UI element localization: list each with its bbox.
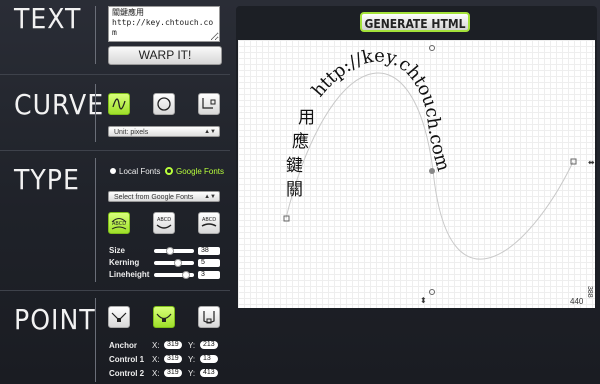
control1-x-prefix: X: <box>152 355 160 364</box>
canvas-panel: GENERATE HTML http://key.chtouch.com 用 應… <box>236 6 597 310</box>
section-title-type: TYPE <box>14 163 80 196</box>
local-fonts-label: Local Fonts <box>119 167 161 176</box>
wave-icon <box>112 98 126 110</box>
lineheight-label: Lineheight <box>109 270 150 279</box>
canvas[interactable]: http://key.chtouch.com 用 應 鍵 關 ⬍ ⬌ 440 3… <box>238 40 595 308</box>
smooth-icon <box>156 313 172 322</box>
vertical-char: 鍵 <box>286 156 303 176</box>
arc-down-icon: ABCD <box>111 218 127 230</box>
section-title-curve: CURVE <box>14 88 105 121</box>
svg-text:ABCD: ABCD <box>202 217 216 223</box>
anchor-x-input[interactable]: 319 <box>164 341 182 349</box>
arc-up-icon: ABCD <box>156 217 172 229</box>
lineheight-value[interactable]: 3 <box>198 271 220 279</box>
size-slider-handle[interactable] <box>166 247 174 255</box>
control2-label: Control 2 <box>109 369 145 378</box>
divider <box>95 84 96 142</box>
height-readout: 388 <box>586 286 593 298</box>
vertical-char: 用 <box>298 108 315 128</box>
divider <box>0 290 230 291</box>
divider <box>95 298 96 382</box>
svg-text:ABCD: ABCD <box>112 221 126 227</box>
curve-circle-button[interactable] <box>153 93 175 115</box>
control2-y-prefix: Y: <box>188 369 196 378</box>
kerning-value[interactable]: 5 <box>198 259 220 267</box>
control1-handle[interactable] <box>429 45 435 51</box>
google-fonts-radio[interactable] <box>165 167 173 175</box>
curve-wave-button[interactable] <box>108 93 130 115</box>
anchor-icon <box>111 312 127 322</box>
anchor-y-prefix: Y: <box>188 341 196 350</box>
anchor-label: Anchor <box>109 341 137 350</box>
point-anchor-button[interactable] <box>108 306 130 328</box>
control2-x-prefix: X: <box>152 369 160 378</box>
control1-y-input[interactable]: 13 <box>200 355 218 363</box>
resize-vertical-icon[interactable]: ⬍ <box>420 296 427 305</box>
text-input[interactable]: 關鍵應用 http://key.chtouch.com <box>108 6 220 42</box>
divider <box>0 74 230 75</box>
vertical-text: 用 應 鍵 關 <box>286 106 316 202</box>
control1-y-prefix: Y: <box>188 355 196 364</box>
chevron-down-icon: ▲▼ <box>204 194 216 200</box>
lineheight-slider-handle[interactable] <box>182 271 190 279</box>
wave-text-icon: ABCD <box>201 217 217 227</box>
section-title-point: POINT <box>14 303 96 336</box>
size-slider[interactable] <box>154 249 194 253</box>
chevron-down-icon: ▲▼ <box>204 129 216 135</box>
control2-y-input[interactable]: 413 <box>200 369 218 377</box>
control1-label: Control 1 <box>109 355 145 364</box>
google-fonts-label: Google Fonts <box>176 167 225 176</box>
size-label: Size <box>109 246 126 255</box>
google-font-select-value: Select from Google Fonts <box>114 194 194 201</box>
google-font-select[interactable]: Select from Google Fonts ▲▼ <box>108 191 220 202</box>
svg-text:ABCD: ABCD <box>157 217 171 223</box>
control2-handle[interactable] <box>429 289 435 295</box>
local-fonts-radio[interactable] <box>110 168 116 174</box>
point-smooth-button[interactable] <box>153 306 175 328</box>
vertical-char: 應 <box>292 132 309 152</box>
type-wave-button[interactable]: ABCD <box>198 212 220 234</box>
vertical-char: 關 <box>286 180 303 200</box>
point-corner-button[interactable] <box>198 306 220 328</box>
sidebar: TEXT 關鍵應用 http://key.chtouch.com WARP IT… <box>0 0 230 384</box>
curve-bezier-button[interactable] <box>198 93 220 115</box>
divider <box>95 6 96 64</box>
warp-button[interactable]: WARP IT! <box>108 46 222 65</box>
anchor-y-input[interactable]: 213 <box>200 341 218 349</box>
bezier-icon <box>202 98 216 109</box>
kerning-label: Kerning <box>109 258 140 267</box>
width-readout: 440 <box>570 297 584 306</box>
corner-icon <box>203 311 215 324</box>
section-title-text: TEXT <box>14 2 82 35</box>
anchor-x-prefix: X: <box>152 341 160 350</box>
control1-x-input[interactable]: 319 <box>164 355 182 363</box>
type-arc-down-button[interactable]: ABCD <box>108 212 130 234</box>
kerning-slider-handle[interactable] <box>174 259 182 267</box>
type-arc-up-button[interactable]: ABCD <box>153 212 175 234</box>
divider <box>0 150 230 151</box>
circle-icon <box>157 97 171 111</box>
unit-select-value: Unit: pixels <box>114 129 149 136</box>
divider <box>95 158 96 282</box>
end-handle[interactable] <box>570 158 577 165</box>
resize-horizontal-icon[interactable]: ⬌ <box>588 158 595 167</box>
size-value[interactable]: 38 <box>198 247 220 255</box>
generate-html-button[interactable]: GENERATE HTML <box>360 12 470 32</box>
control2-x-input[interactable]: 319 <box>164 369 182 377</box>
unit-select[interactable]: Unit: pixels ▲▼ <box>108 126 220 137</box>
